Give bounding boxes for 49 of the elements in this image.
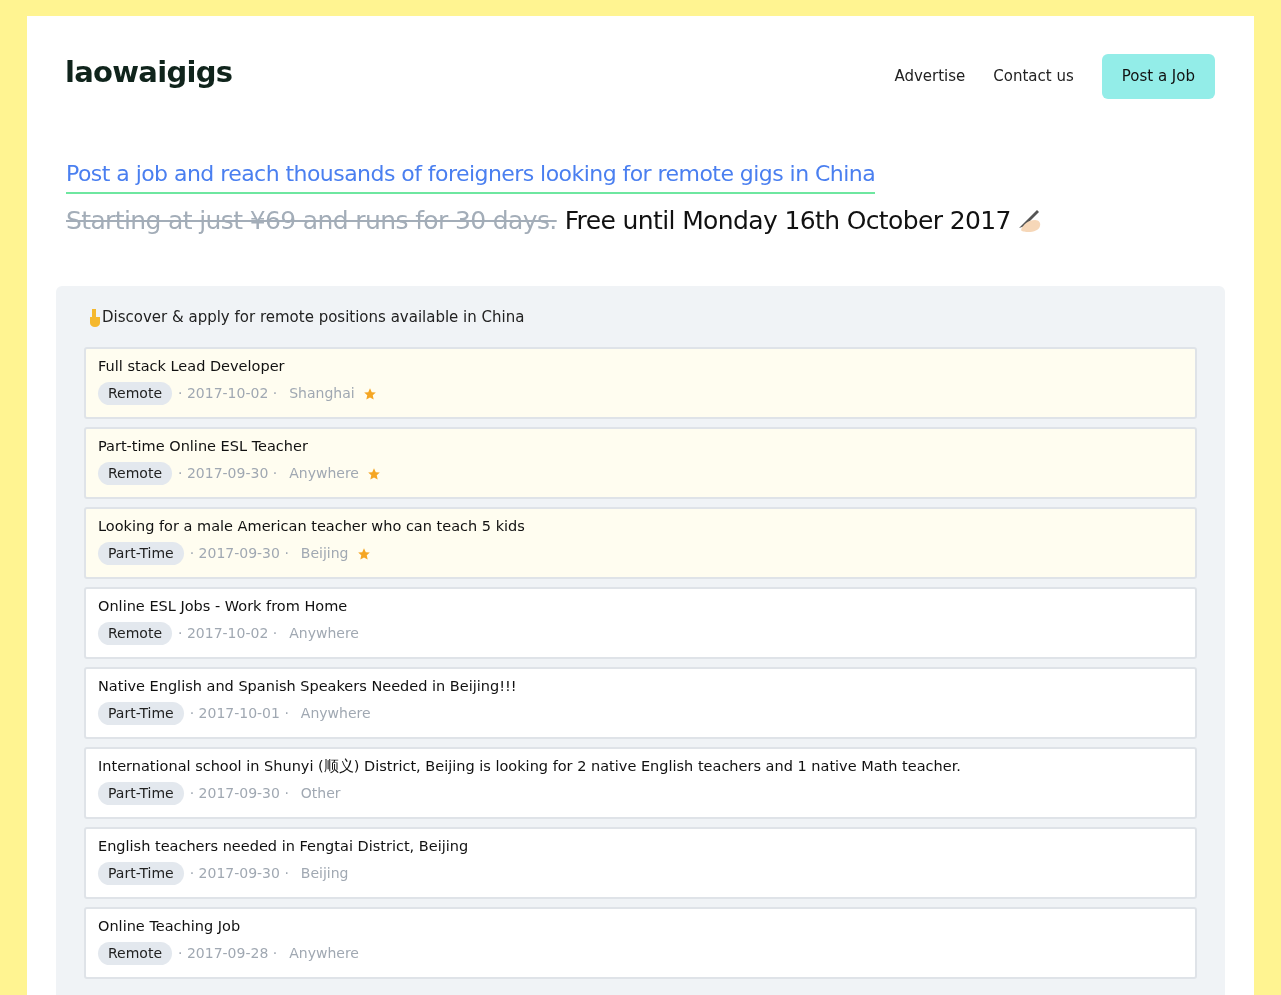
job-type-tag: Remote: [98, 942, 173, 966]
job-title[interactable]: Online Teaching Job: [98, 915, 1183, 938]
job-location: Anywhere: [289, 624, 359, 644]
job-type-tag: Remote: [98, 462, 173, 486]
job-type-tag: Remote: [98, 622, 173, 646]
nav-link[interactable]: Advertise: [894, 65, 966, 88]
post-job-button[interactable]: Post a Job: [1101, 54, 1215, 99]
job-location: Shanghai: [289, 384, 355, 404]
job-date: · 2017-10-02 ·: [178, 624, 278, 644]
job-title[interactable]: Part-time Online ESL Teacher: [98, 435, 1183, 458]
job-date: · 2017-09-30 ·: [189, 544, 289, 564]
job-type-tag: Part-Time: [98, 862, 184, 886]
job-location: Beijing: [300, 864, 349, 884]
job-title[interactable]: International school in Shunyi (顺义) District, Beijing is looking for 2 native English teachers and 1 native Math teacher.: [98, 755, 1183, 778]
job-type-tag: Remote: [98, 382, 173, 406]
old-price-text: Starting at just ¥69 and runs for 30 days.: [66, 204, 557, 237]
job-card[interactable]: Native English and Spanish Speakers Needed in Beijing!!! Part-Time · 2017-10-01 · Anywhere: [84, 666, 1197, 739]
offer-text: Free until Monday 16th October 2017: [564, 204, 1011, 237]
job-card[interactable]: English teachers needed in Fengtai District, Beijing Part-Time · 2017-09-30 · Beijing: [84, 826, 1197, 899]
job-date: · 2017-09-30 ·: [189, 784, 289, 804]
job-card[interactable]: Full stack Lead Developer Remote · 2017-10-02 · Shanghai: [84, 346, 1197, 419]
job-date: · 2017-09-30 ·: [189, 864, 289, 884]
job-type-tag: Part-Time: [98, 542, 184, 566]
pointing-hand-icon: [88, 307, 102, 328]
job-card[interactable]: Online Teaching Job Remote · 2017-09-28 · Anywhere: [84, 906, 1197, 979]
job-title[interactable]: English teachers needed in Fengtai District, Beijing: [98, 835, 1183, 858]
logo[interactable]: laowaigigs: [65, 50, 233, 94]
job-card[interactable]: International school in Shunyi (顺义) District, Beijing is looking for 2 native English teachers and 1 native Math teacher. Part-Time · 2017-09-30 · Other: [84, 746, 1197, 819]
job-title[interactable]: Looking for a male American teacher who can teach 5 kids: [98, 515, 1183, 538]
job-type-tag: Part-Time: [98, 702, 184, 726]
job-card[interactable]: Online ESL Jobs - Work from Home Remote · 2017-10-02 · Anywhere: [84, 586, 1197, 659]
job-title[interactable]: Online ESL Jobs - Work from Home: [98, 595, 1183, 618]
nav-link[interactable]: Contact us: [993, 65, 1074, 88]
job-date: · 2017-09-30 ·: [178, 464, 278, 484]
job-card[interactable]: Looking for a male American teacher who can teach 5 kids Part-Time · 2017-09-30 · Beijing: [84, 506, 1197, 579]
listing-intro: Discover & apply for remote positions available in China: [102, 307, 525, 328]
job-location: Beijing: [300, 544, 349, 564]
job-date: · 2017-10-01 ·: [189, 704, 289, 724]
job-date: · 2017-09-28 ·: [178, 944, 278, 964]
job-title[interactable]: Native English and Spanish Speakers Needed in Beijing!!!: [98, 675, 1183, 698]
job-card[interactable]: Part-time Online ESL Teacher Remote · 2017-09-30 · Anywhere: [84, 426, 1197, 499]
job-location: Anywhere: [289, 944, 359, 964]
job-location: Anywhere: [289, 464, 359, 484]
job-location: Other: [300, 784, 341, 804]
job-type-tag: Part-Time: [98, 782, 184, 806]
job-date: · 2017-10-02 ·: [178, 384, 278, 404]
job-title[interactable]: Full stack Lead Developer: [98, 355, 1183, 378]
headline-link[interactable]: Post a job and reach thousands of foreigners looking for remote gigs in China: [66, 156, 876, 194]
job-location: Anywhere: [300, 704, 371, 724]
